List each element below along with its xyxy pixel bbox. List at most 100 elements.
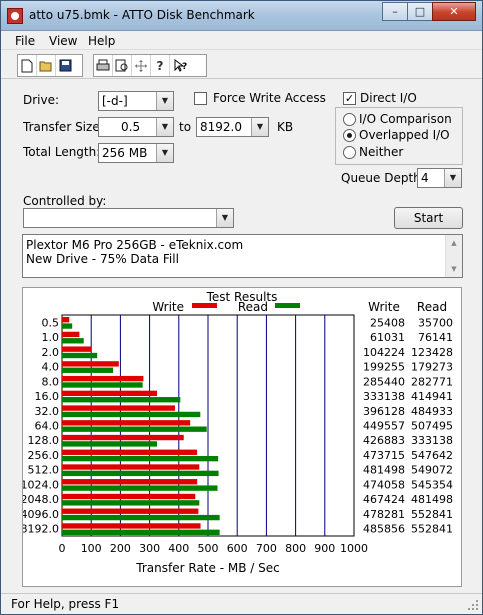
read-bar	[62, 323, 73, 329]
minimize-button[interactable]: –	[382, 2, 408, 21]
total-length-select[interactable]: 256 MB ▼	[98, 143, 174, 163]
read-value: 547642	[411, 449, 453, 462]
read-bar	[62, 382, 143, 388]
category-label: 2.0	[42, 346, 60, 359]
help-icon[interactable]: ?	[151, 55, 170, 76]
menu-file[interactable]: File	[15, 34, 35, 48]
transfer-to-select[interactable]: 8192.0 ▼	[196, 117, 269, 137]
category-label: 128.0	[28, 434, 60, 447]
category-label: 16.0	[35, 390, 60, 403]
write-bar	[62, 479, 198, 485]
read-bar	[62, 500, 200, 506]
radio-neither[interactable]	[343, 146, 356, 159]
scroll-up-icon[interactable]: ▲	[446, 235, 462, 251]
write-bar	[62, 375, 144, 382]
read-bar	[62, 338, 84, 344]
write-value: 333138	[363, 390, 405, 403]
print-icon[interactable]	[94, 55, 113, 76]
transfer-size-label: Transfer Size:	[23, 120, 104, 134]
category-label: 32.0	[35, 405, 60, 418]
svg-text:?: ?	[182, 62, 187, 72]
write-value: 467424	[363, 493, 405, 506]
radio-overlapped-io[interactable]	[343, 129, 356, 142]
x-tick-label: 800	[285, 542, 306, 555]
chevron-down-icon[interactable]: ▼	[156, 144, 173, 162]
write-bar	[62, 464, 200, 470]
io-comparison-label: I/O Comparison	[359, 112, 452, 126]
read-bar	[62, 470, 219, 477]
read-value: 549072	[411, 464, 453, 477]
scroll-down-icon[interactable]: ▼	[446, 261, 462, 277]
chevron-down-icon[interactable]: ▼	[156, 92, 173, 110]
x-tick-label: 200	[110, 542, 131, 555]
x-tick-label: 300	[139, 542, 160, 555]
write-bar	[62, 523, 201, 529]
vertical-scrollbar[interactable]: ▲ ▼	[445, 235, 462, 277]
x-tick-label: 700	[256, 542, 277, 555]
read-value: 282771	[411, 375, 453, 388]
write-bar	[62, 508, 199, 514]
notes-line-1: Plextor M6 Pro 256GB - eTeknix.com	[26, 238, 244, 252]
read-bar	[62, 485, 218, 491]
open-folder-icon[interactable]	[37, 55, 56, 76]
write-value: 104224	[363, 346, 405, 359]
controlled-by-label: Controlled by:	[23, 194, 107, 208]
read-value: 481498	[411, 493, 453, 506]
status-text: For Help, press F1	[11, 597, 120, 611]
write-bar	[62, 449, 198, 455]
transfer-from-select[interactable]: 0.5 ▼	[98, 117, 174, 137]
radio-io-comparison[interactable]	[343, 113, 356, 126]
title-bar[interactable]: atto u75.bmk - ATTO Disk Benchmark – □ ✕	[1, 1, 482, 31]
write-bar	[62, 420, 191, 426]
read-value: 333138	[411, 434, 453, 447]
close-button[interactable]: ✕	[432, 2, 476, 21]
controlled-by-select[interactable]: ▼	[23, 208, 234, 228]
read-value: 35700	[418, 316, 453, 329]
write-value: 485856	[363, 523, 405, 536]
maximize-button[interactable]: □	[407, 2, 433, 21]
force-write-checkbox[interactable]	[194, 92, 207, 105]
category-label: 8.0	[42, 375, 60, 388]
category-label: 1.0	[42, 331, 60, 344]
read-value: 123428	[411, 346, 453, 359]
new-file-icon[interactable]	[18, 55, 37, 76]
write-bar	[62, 390, 157, 397]
category-label: 64.0	[35, 420, 60, 433]
save-icon[interactable]	[56, 55, 75, 76]
read-value: 76141	[418, 331, 453, 344]
start-button[interactable]: Start	[394, 207, 463, 229]
window-title: atto u75.bmk - ATTO Disk Benchmark	[29, 8, 255, 22]
category-label: 4.0	[42, 361, 60, 374]
move-icon[interactable]	[132, 55, 151, 76]
menu-bar: File View Help	[1, 31, 482, 50]
read-value: 552841	[411, 523, 453, 536]
transfer-rate-chart: Test Results Write Read Write Read Trans…	[21, 290, 454, 575]
print-preview-icon[interactable]	[113, 55, 132, 76]
drive-select[interactable]: [-d-] ▼	[98, 91, 174, 111]
x-tick-label: 400	[168, 542, 189, 555]
read-bar	[62, 411, 201, 418]
description-textarea[interactable]: Plextor M6 Pro 256GB - eTeknix.com New D…	[22, 234, 463, 278]
chevron-down-icon[interactable]: ▼	[216, 209, 233, 227]
write-value: 285440	[363, 375, 405, 388]
direct-io-checkbox[interactable]: ✓	[343, 92, 356, 105]
queue-depth-select[interactable]: 4 ▼	[417, 168, 462, 188]
write-bar	[62, 434, 184, 441]
x-tick-label: 1000	[340, 542, 368, 555]
chevron-down-icon[interactable]: ▼	[251, 118, 268, 136]
read-bar	[62, 455, 219, 462]
menu-help[interactable]: Help	[88, 34, 115, 48]
chevron-down-icon[interactable]: ▼	[156, 118, 173, 136]
write-value: 199255	[363, 361, 405, 374]
legend-write-swatch	[192, 303, 217, 308]
total-length-label: Total Length:	[23, 145, 101, 159]
write-bar	[62, 405, 175, 411]
read-value: 414941	[411, 390, 453, 403]
resize-grip-icon[interactable]	[467, 599, 479, 611]
write-bar	[62, 331, 80, 338]
context-help-icon[interactable]: ?	[170, 55, 189, 76]
atto-app-icon	[7, 8, 23, 24]
read-bar	[62, 397, 181, 403]
chevron-down-icon[interactable]: ▼	[444, 169, 461, 187]
menu-view[interactable]: View	[49, 34, 77, 48]
